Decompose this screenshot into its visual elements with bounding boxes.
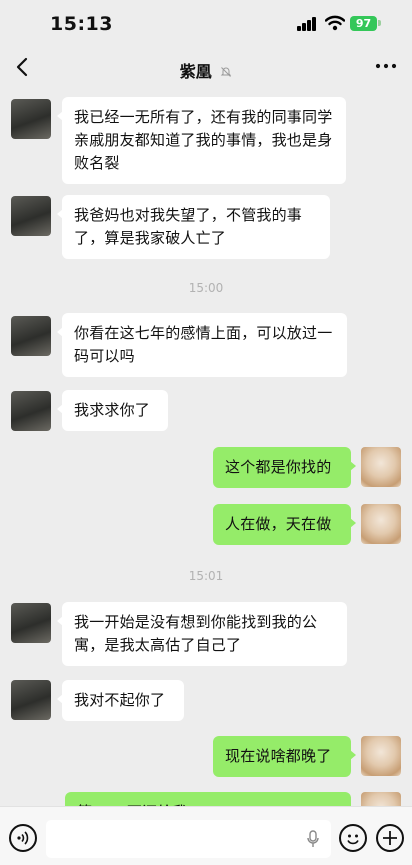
input-bar [0,806,412,865]
wifi-icon [325,15,345,31]
message-bubble[interactable]: 我一开始是没有想到你能找到我的公寓，是我太高估了自己了 [57,602,347,666]
message-bubble[interactable]: 我已经一无所有了，还有我的同事同学亲戚朋友都知道了我的事情，我也是身败名裂 [57,97,346,184]
contact-avatar[interactable] [11,603,51,643]
message-bubble[interactable]: 我爸妈也对我失望了，不管我的事了，算是我家破人亡了 [57,195,330,259]
mic-icon[interactable] [307,830,319,848]
message-timestamp: 15:00 [188,281,224,295]
cellular-signal-icon [297,17,317,31]
battery-indicator: 97 [350,16,377,31]
message-bubble[interactable]: 这个都是你找的 [213,447,356,488]
my-avatar[interactable] [361,736,401,776]
voice-icon[interactable] [9,824,37,852]
status-bar: 15:13 97 [0,0,412,48]
message-bubble[interactable]: 人在做，天在做 [213,504,356,545]
battery-tip [378,20,381,26]
more-options-icon[interactable] [374,56,398,76]
contact-avatar[interactable] [11,196,51,236]
contact-name: 紫凰 [179,62,212,81]
chat-title: 紫凰 [0,58,412,82]
message-bubble[interactable]: 我对不起你了 [57,680,184,721]
message-bubble[interactable]: 现在说啥都晚了 [213,736,356,777]
contact-avatar[interactable] [11,680,51,720]
emoji-icon[interactable] [339,824,367,852]
message-bubble[interactable]: 我求求你了 [57,390,168,431]
my-avatar[interactable] [361,504,401,544]
status-time: 15:13 [50,13,113,35]
plus-icon[interactable] [376,824,404,852]
message-timestamp: 15:01 [188,569,224,583]
message-bubble[interactable]: 你看在这七年的感情上面，可以放过一码可以吗 [57,313,347,377]
mute-bell-icon [221,67,232,77]
message-input[interactable] [46,820,331,858]
contact-avatar[interactable] [11,99,51,139]
contact-avatar[interactable] [11,391,51,431]
battery-level: 97 [355,17,372,30]
chat-header: 紫凰 [0,48,412,88]
contact-avatar[interactable] [11,316,51,356]
my-avatar[interactable] [361,447,401,487]
